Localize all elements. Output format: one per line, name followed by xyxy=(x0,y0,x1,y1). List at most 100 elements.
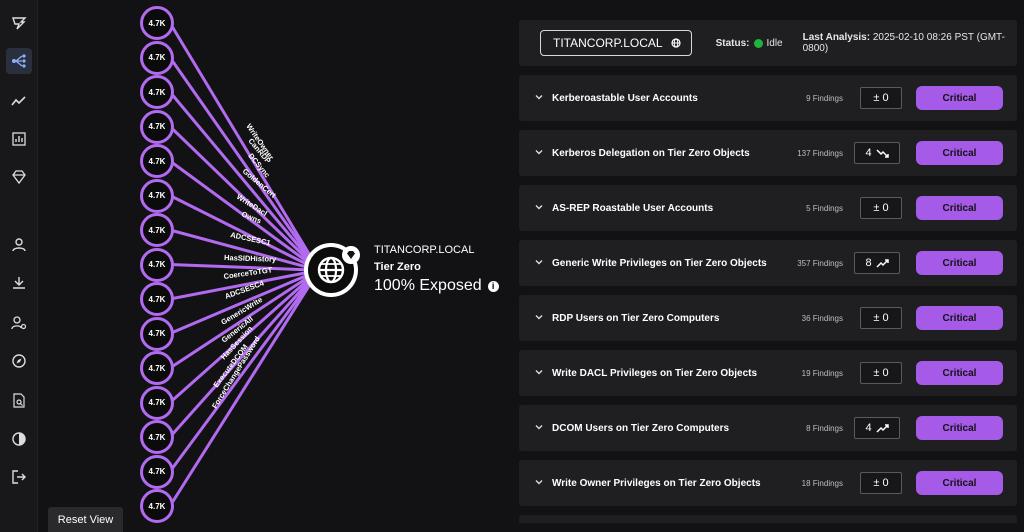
status-dot-icon xyxy=(753,38,763,48)
next-finding-row xyxy=(519,515,1017,523)
file-search-icon xyxy=(13,393,25,408)
source-node[interactable]: 4.7K xyxy=(140,420,174,454)
edge-label: HasSIDHistory xyxy=(224,253,277,264)
trend-up-icon xyxy=(876,423,889,433)
source-node[interactable]: 4.7K xyxy=(140,351,174,385)
trend-down-icon xyxy=(876,148,889,158)
domain-selector[interactable]: TITANCORP.LOCAL xyxy=(540,30,692,56)
source-node[interactable]: 4.7K xyxy=(140,178,174,213)
change-value: 4 xyxy=(865,422,872,434)
trend-icon xyxy=(11,96,26,106)
source-node[interactable]: 4.7K xyxy=(140,316,174,351)
reset-view-button[interactable]: Reset View xyxy=(48,507,123,532)
trend-nav-button[interactable] xyxy=(6,88,32,114)
node-domain-label: TITANCORP.LOCAL xyxy=(374,244,475,256)
domain-header: TITANCORP.LOCAL Status: Idle Last Analys… xyxy=(519,20,1017,66)
change-value: ± 0 xyxy=(873,202,889,214)
finding-name: Kerberoastable User Accounts xyxy=(552,92,698,104)
finding-change: 8 xyxy=(854,252,900,274)
finding-row[interactable]: Kerberoastable User Accounts 9 Findings ± … xyxy=(519,75,1017,121)
contrast-nav-button[interactable] xyxy=(6,426,32,452)
source-node[interactable]: 4.7K xyxy=(140,40,174,75)
source-node[interactable]: 4.7K xyxy=(140,489,174,523)
chevron-down-icon[interactable] xyxy=(535,368,543,376)
bar-chart-nav-button[interactable] xyxy=(6,126,32,152)
chevron-down-icon[interactable] xyxy=(535,203,543,211)
finding-change: ± 0 xyxy=(860,362,902,384)
user-settings-icon xyxy=(11,316,27,330)
finding-name: Write Owner Privileges on Tier Zero Obje… xyxy=(552,477,761,489)
finding-name: AS-REP Roastable User Accounts xyxy=(552,202,714,214)
severity-badge[interactable]: Critical xyxy=(916,141,1003,165)
change-value: ± 0 xyxy=(873,367,889,379)
source-node[interactable]: 4.7K xyxy=(140,385,174,420)
change-value: 8 xyxy=(865,257,872,269)
attack-paths-icon xyxy=(12,54,26,68)
severity-badge[interactable]: Critical xyxy=(916,86,1003,110)
finding-row[interactable]: RDP Users on Tier Zero Computers 36 Findi… xyxy=(519,295,1017,341)
finding-change: ± 0 xyxy=(860,197,902,219)
download-icon xyxy=(13,277,25,289)
source-node[interactable]: 4.7K xyxy=(140,282,174,316)
chevron-down-icon[interactable] xyxy=(535,313,543,321)
finding-change: 4 xyxy=(854,142,900,164)
info-icon[interactable]: i xyxy=(487,280,499,292)
severity-badge[interactable]: Critical xyxy=(916,416,1003,440)
finding-name: Write DACL Privileges on Tier Zero Objec… xyxy=(552,367,758,379)
findings-list: Kerberoastable User Accounts 9 Findings ± … xyxy=(519,75,1017,506)
contrast-icon xyxy=(12,432,26,446)
source-node[interactable]: 4.7K xyxy=(140,454,174,489)
chevron-down-icon[interactable] xyxy=(535,478,543,486)
source-node[interactable]: 4.7K xyxy=(140,109,174,144)
change-value: ± 0 xyxy=(873,312,889,324)
sidebar xyxy=(0,0,38,532)
chevron-down-icon[interactable] xyxy=(535,148,543,156)
finding-row[interactable]: Write DACL Privileges on Tier Zero Objec… xyxy=(519,350,1017,396)
severity-badge[interactable]: Critical xyxy=(916,251,1003,275)
gem-nav-button[interactable] xyxy=(6,164,32,190)
user-icon xyxy=(12,238,26,252)
gem-badge-icon xyxy=(342,246,360,264)
finding-name: RDP Users on Tier Zero Computers xyxy=(552,312,720,324)
finding-row[interactable]: Kerberos Delegation on Tier Zero Objects… xyxy=(519,130,1017,176)
node-tier-label: Tier Zero xyxy=(374,261,421,273)
chevron-down-icon[interactable] xyxy=(535,93,543,101)
edge-line[interactable] xyxy=(168,22,314,260)
finding-row[interactable]: DCOM Users on Tier Zero Computers 8 Findi… xyxy=(519,405,1017,451)
status-value: Idle xyxy=(766,37,783,49)
change-value: 4 xyxy=(865,147,872,159)
download-nav-button[interactable] xyxy=(6,270,32,296)
finding-change: ± 0 xyxy=(860,307,902,329)
source-node[interactable]: 4.7K xyxy=(140,213,174,247)
finding-row[interactable]: Write Owner Privileges on Tier Zero Obje… xyxy=(519,460,1017,506)
source-node[interactable]: 4.7K xyxy=(140,75,174,109)
chevron-down-icon[interactable] xyxy=(535,258,543,266)
graph-edges: WriteOwnerCanRDPDCSyncGoldenCertWriteDac… xyxy=(168,22,314,507)
file-search-nav-button[interactable] xyxy=(6,388,32,414)
status-label: Status: xyxy=(715,37,750,49)
logout-icon xyxy=(12,470,26,484)
attack-paths-nav-button[interactable] xyxy=(6,48,32,74)
change-value: ± 0 xyxy=(873,477,889,489)
finding-count: 8 Findings xyxy=(806,423,843,433)
source-node[interactable]: 4.7K xyxy=(140,144,174,178)
finding-count: 19 Findings xyxy=(801,368,843,378)
user-settings-nav-button[interactable] xyxy=(6,310,32,336)
bar-chart-icon xyxy=(12,132,26,146)
severity-badge[interactable]: Critical xyxy=(916,361,1003,385)
chevron-down-icon[interactable] xyxy=(535,423,543,431)
logout-nav-button[interactable] xyxy=(6,464,32,490)
attack-graph[interactable]: WriteOwner CanRDP DCSync GoldenCert WriteDac… xyxy=(38,0,520,532)
source-node[interactable]: 4.7K xyxy=(140,247,174,282)
user-nav-button[interactable] xyxy=(6,232,32,258)
severity-badge[interactable]: Critical xyxy=(916,196,1003,220)
source-node[interactable]: 4.7K xyxy=(140,6,174,40)
logo-nav-button[interactable] xyxy=(6,10,32,36)
finding-row[interactable]: AS-REP Roastable User Accounts 5 Findings… xyxy=(519,185,1017,231)
severity-badge[interactable]: Critical xyxy=(916,306,1003,330)
finding-row[interactable]: Generic Write Privileges on Tier Zero Ob… xyxy=(519,240,1017,286)
globe-small-icon xyxy=(670,38,681,48)
exposure-label: 100% Exposed i xyxy=(374,277,499,295)
compass-nav-button[interactable] xyxy=(6,348,32,374)
severity-badge[interactable]: Critical xyxy=(916,471,1003,495)
